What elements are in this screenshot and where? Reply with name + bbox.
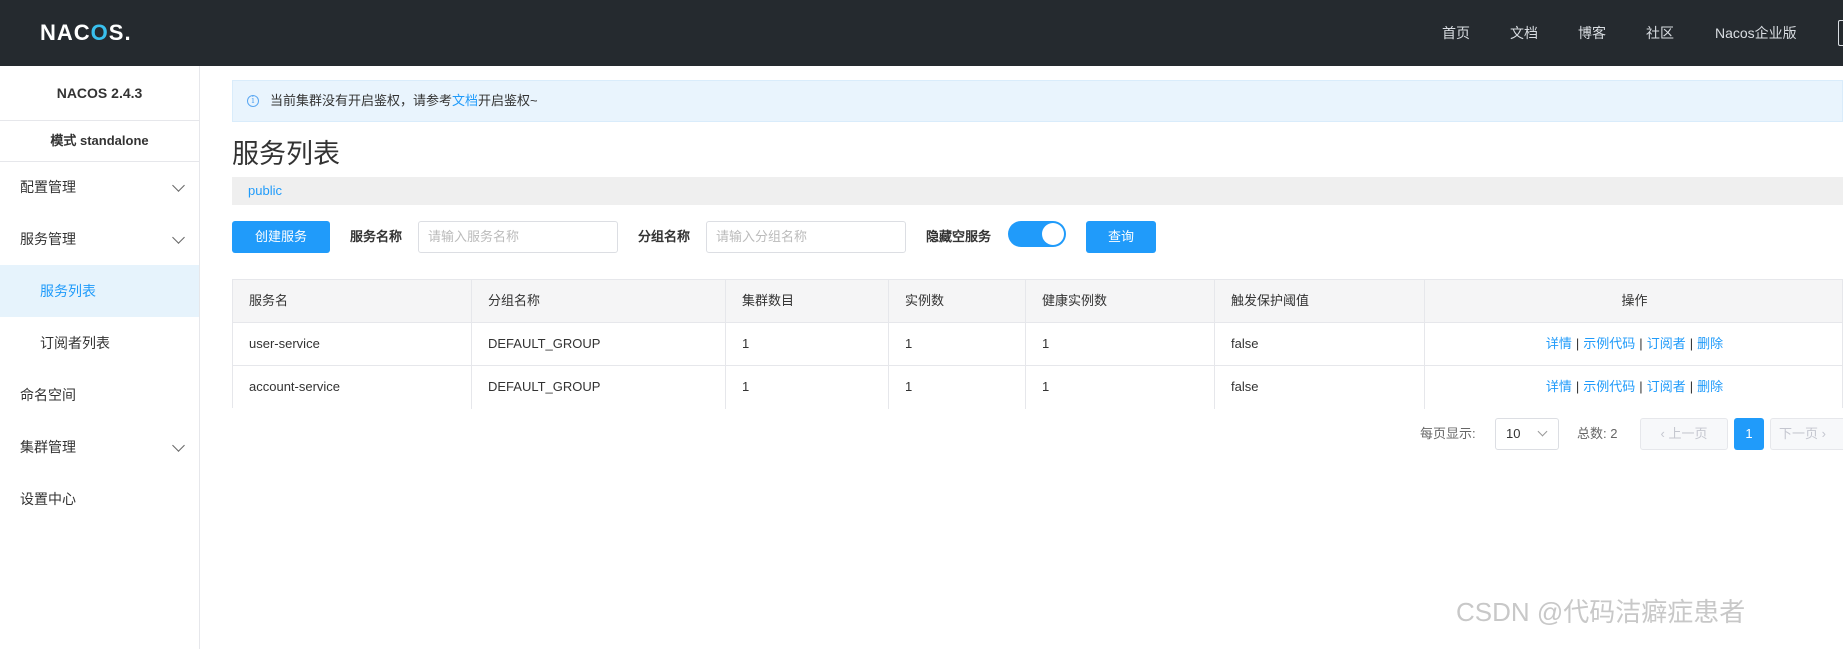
cell-instance-count: 1 (888, 366, 1025, 409)
cell-cluster-count: 1 (725, 323, 888, 365)
chevron-down-icon (172, 179, 185, 192)
namespace-public[interactable]: public (248, 177, 282, 205)
nav-home[interactable]: 首页 (1442, 22, 1470, 44)
cell-cluster-count: 1 (725, 366, 888, 409)
cell-protect-threshold: false (1214, 323, 1424, 365)
delete-link[interactable]: 删除 (1697, 379, 1723, 394)
cell-operations: 详情 | 示例代码 | 订阅者 | 删除 (1424, 323, 1843, 365)
per-page-label: 每页显示: (1420, 426, 1476, 441)
header-cluster-count: 集群数目 (725, 280, 888, 322)
group-name-input[interactable]: 请输入分组名称 (706, 221, 906, 253)
table-row: account-service DEFAULT_GROUP 1 1 1 fals… (233, 366, 1842, 409)
header-operations: 操作 (1424, 280, 1843, 322)
notice-text: 当前集群没有开启鉴权，请参考文档开启鉴权~ (270, 81, 538, 121)
sidebar-item-service-list[interactable]: 服务列表 (0, 265, 199, 317)
sidebar-item-label: 命名空间 (20, 387, 76, 403)
next-page-button[interactable]: 下一页 › (1770, 418, 1843, 450)
page-title: 服务列表 (232, 139, 340, 169)
per-page-value: 10 (1506, 426, 1521, 441)
logo-text-suffix: S. (108, 20, 132, 45)
cell-group-name: DEFAULT_GROUP (471, 323, 725, 365)
sidebar-item-settings[interactable]: 设置中心 (0, 473, 199, 525)
sidebar-item-label: 设置中心 (20, 491, 76, 507)
header-instance-count: 实例数 (888, 280, 1025, 322)
nav-community[interactable]: 社区 (1646, 22, 1674, 44)
notice-text-after: 开启鉴权~ (478, 93, 538, 108)
cell-service-name: account-service (249, 379, 341, 394)
sidebar-item-label: 服务管理 (20, 231, 76, 247)
cell-protect-threshold: false (1214, 366, 1424, 409)
language-switch-button[interactable] (1838, 20, 1843, 46)
version-label: NACOS 2.4.3 (0, 66, 199, 121)
nav-blog[interactable]: 博客 (1578, 22, 1606, 44)
cell-healthy-count: 1 (1025, 366, 1214, 409)
next-page-label: 下一页 (1779, 426, 1819, 441)
sidebar-item-namespace[interactable]: 命名空间 (0, 369, 199, 421)
delete-link[interactable]: 删除 (1697, 336, 1723, 351)
header-service-name: 服务名 (249, 293, 289, 308)
details-link[interactable]: 详情 (1546, 379, 1572, 394)
hide-empty-toggle[interactable] (1008, 221, 1066, 247)
service-name-label: 服务名称 (350, 229, 403, 244)
sample-code-link[interactable]: 示例代码 (1583, 379, 1635, 394)
service-table: 服务名 分组名称 集群数目 实例数 健康实例数 触发保护阈值 操作 user-s… (232, 279, 1843, 409)
namespace-bar: public (232, 177, 1843, 205)
create-service-button[interactable]: 创建服务 (232, 221, 330, 253)
hide-empty-label: 隐藏空服务 (926, 229, 992, 244)
cell-healthy-count: 1 (1025, 323, 1214, 365)
subscribers-link[interactable]: 订阅者 (1647, 336, 1686, 351)
per-page-select[interactable]: 10 (1495, 418, 1559, 450)
table-row: user-service DEFAULT_GROUP 1 1 1 false 详… (233, 323, 1842, 366)
prev-page-label: 上一页 (1668, 426, 1708, 441)
cell-group-name: DEFAULT_GROUP (471, 366, 725, 409)
sidebar-item-label: 集群管理 (20, 439, 76, 455)
group-name-label: 分组名称 (638, 229, 691, 244)
sample-code-link[interactable]: 示例代码 (1583, 336, 1635, 351)
toggle-knob (1042, 223, 1064, 245)
logo-text-prefix: NAC (40, 20, 91, 45)
chevron-down-icon (1537, 426, 1548, 437)
sidebar-item-service-management[interactable]: 服务管理 (0, 213, 199, 265)
subscribers-link[interactable]: 订阅者 (1647, 379, 1686, 394)
sidebar-item-label: 订阅者列表 (40, 335, 110, 351)
nacos-logo[interactable]: NACOS. (40, 18, 132, 48)
prev-page-button[interactable]: ‹ 上一页 (1640, 418, 1728, 450)
info-icon: i (247, 95, 259, 107)
nav-enterprise[interactable]: Nacos企业版 (1715, 22, 1797, 44)
page-1-button[interactable]: 1 (1734, 418, 1764, 450)
total-count: 总数: 2 (1577, 426, 1618, 441)
notice-text-before: 当前集群没有开启鉴权，请参考 (270, 93, 453, 108)
cell-service-name: user-service (249, 336, 320, 351)
chevron-down-icon (172, 439, 185, 452)
table-header: 服务名 分组名称 集群数目 实例数 健康实例数 触发保护阈值 操作 (233, 280, 1842, 323)
mode-label: 模式 standalone (0, 121, 199, 162)
header-group-name: 分组名称 (471, 280, 725, 322)
notice-docs-link[interactable]: 文档 (452, 93, 478, 108)
sidebar-item-subscriber-list[interactable]: 订阅者列表 (0, 317, 199, 369)
header-healthy-count: 健康实例数 (1025, 280, 1214, 322)
query-button[interactable]: 查询 (1086, 221, 1156, 253)
nav-docs[interactable]: 文档 (1510, 22, 1538, 44)
sidebar-item-cluster-management[interactable]: 集群管理 (0, 421, 199, 473)
cell-operations: 详情 | 示例代码 | 订阅者 | 删除 (1424, 366, 1843, 409)
chevron-down-icon (172, 231, 185, 244)
details-link[interactable]: 详情 (1546, 336, 1572, 351)
chevron-right-icon: › (1821, 426, 1826, 441)
sidebar-item-label: 服务列表 (40, 283, 96, 299)
sidebar-item-label: 配置管理 (20, 179, 76, 195)
logo-text-o: O (90, 20, 109, 45)
csdn-watermark: CSDN @代码洁癖症患者 (1456, 597, 1746, 627)
auth-notice: i 当前集群没有开启鉴权，请参考文档开启鉴权~ (232, 80, 1843, 122)
header-protect-threshold: 触发保护阈值 (1214, 280, 1424, 322)
top-navbar: NACOS. 首页 文档 博客 社区 Nacos企业版 (0, 0, 1843, 66)
cell-instance-count: 1 (888, 323, 1025, 365)
chevron-left-icon: ‹ (1660, 426, 1665, 441)
service-name-input[interactable]: 请输入服务名称 (418, 221, 618, 253)
sidebar: NACOS 2.4.3 模式 standalone 配置管理 服务管理 服务列表… (0, 66, 200, 649)
sidebar-item-config-management[interactable]: 配置管理 (0, 161, 199, 213)
